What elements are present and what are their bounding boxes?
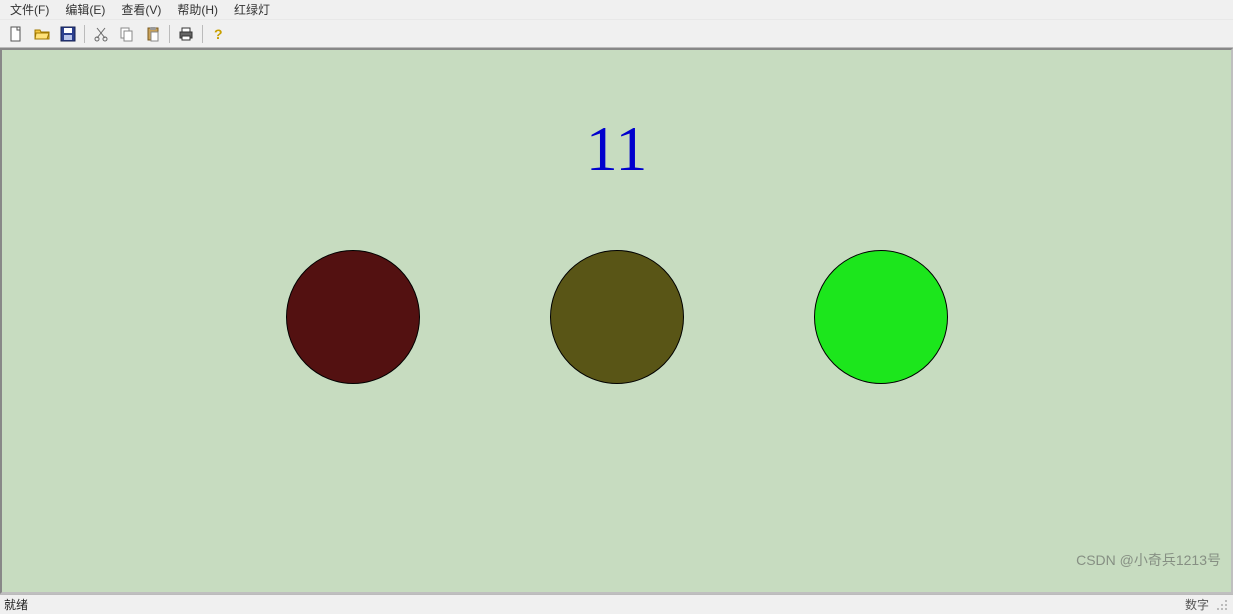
statusbar: 就绪 数字 — [0, 594, 1233, 614]
about-button[interactable]: ? — [207, 23, 231, 45]
copy-button[interactable] — [115, 23, 139, 45]
save-button[interactable] — [56, 23, 80, 45]
paste-button[interactable] — [141, 23, 165, 45]
toolbar: ? — [0, 20, 1233, 48]
resize-grip-icon[interactable] — [1215, 598, 1229, 612]
menu-help[interactable]: 帮助(H) — [173, 1, 222, 18]
svg-text:?: ? — [214, 26, 223, 42]
cut-button[interactable] — [89, 23, 113, 45]
save-icon — [60, 26, 76, 42]
paste-icon — [145, 26, 161, 42]
menu-traffic-light[interactable]: 红绿灯 — [230, 1, 274, 18]
new-icon — [8, 26, 24, 42]
status-ready: 就绪 — [4, 596, 28, 613]
menu-view[interactable]: 查看(V) — [117, 1, 165, 18]
new-button[interactable] — [4, 23, 28, 45]
menu-edit[interactable]: 编辑(E) — [61, 1, 109, 18]
help-icon: ? — [211, 26, 227, 42]
menu-file[interactable]: 文件(F) — [6, 1, 53, 18]
status-mode: 数字 — [1185, 596, 1209, 613]
open-button[interactable] — [30, 23, 54, 45]
menubar: 文件(F) 编辑(E) 查看(V) 帮助(H) 红绿灯 — [0, 0, 1233, 20]
open-icon — [34, 26, 50, 42]
traffic-lights — [2, 250, 1231, 384]
light-green — [814, 250, 948, 384]
toolbar-separator — [169, 25, 170, 43]
timer-display: 11 — [586, 112, 648, 186]
copy-icon — [119, 26, 135, 42]
toolbar-separator — [202, 25, 203, 43]
cut-icon — [93, 26, 109, 42]
canvas-area: 11 CSDN @小奇兵1213号 — [0, 48, 1233, 594]
light-yellow — [550, 250, 684, 384]
toolbar-separator — [84, 25, 85, 43]
print-icon — [178, 26, 194, 42]
watermark-text: CSDN @小奇兵1213号 — [1076, 550, 1221, 570]
print-button[interactable] — [174, 23, 198, 45]
light-red — [286, 250, 420, 384]
